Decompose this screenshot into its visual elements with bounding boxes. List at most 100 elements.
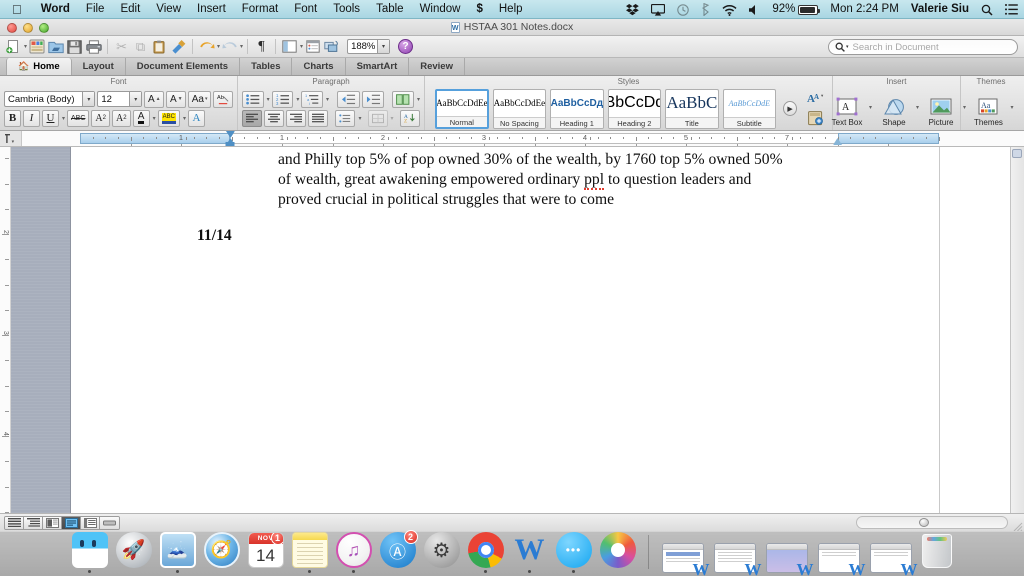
dock-item-calendar[interactable]: NOV 14 1	[247, 531, 285, 573]
columns-button[interactable]	[392, 90, 415, 108]
tab-document-elements[interactable]: Document Elements	[126, 58, 241, 75]
align-right-button[interactable]	[286, 109, 306, 127]
change-case-button[interactable]: Aa ▾	[188, 90, 211, 108]
dock-minimized-word-2[interactable]: W	[712, 531, 762, 576]
tab-smartart[interactable]: SmartArt	[346, 58, 410, 75]
vertical-ruler[interactable]: 2 3 4	[0, 147, 11, 518]
text-box-caret-icon[interactable]: ▾	[869, 104, 872, 111]
tab-review[interactable]: Review	[409, 58, 465, 75]
superscript-button[interactable]: A2	[91, 109, 110, 127]
numbering-button[interactable]: 123	[271, 90, 294, 108]
menu-tools[interactable]: Tools	[325, 0, 368, 19]
document-paragraph[interactable]: and Philly top 5% of pop owned 30% of th…	[278, 150, 790, 210]
tab-charts[interactable]: Charts	[292, 58, 346, 75]
menu-window[interactable]: Window	[412, 0, 469, 19]
underline-caret-icon[interactable]: ▾	[62, 115, 65, 122]
highlight-caret-icon[interactable]: ▾	[183, 115, 186, 122]
menu-table[interactable]: Table	[368, 0, 412, 19]
zoom-stepper-icon[interactable]: ▾	[377, 40, 390, 53]
align-left-button[interactable]	[242, 109, 262, 127]
shrink-font-button[interactable]: A ▼	[166, 90, 187, 108]
underline-button[interactable]: U	[42, 109, 59, 127]
font-name-field[interactable]: Cambria (Body) ▾	[4, 91, 96, 107]
view-full-screen-button[interactable]	[100, 516, 119, 529]
menu-font[interactable]: Font	[286, 0, 325, 19]
open-button[interactable]	[46, 37, 65, 56]
minimize-button[interactable]	[23, 23, 33, 33]
zoom-level-field[interactable]: 188% ▾	[347, 39, 391, 54]
subscript-button[interactable]: A2	[112, 109, 131, 127]
dock-minimized-word-3[interactable]: W	[764, 531, 814, 576]
dock-minimized-word-1[interactable]: W	[660, 531, 710, 576]
dock-item-photos[interactable]	[599, 531, 637, 573]
notification-center-icon[interactable]	[999, 4, 1024, 15]
text-effects-button[interactable]: A	[187, 109, 205, 127]
zoom-window-button[interactable]	[39, 23, 49, 33]
new-from-template-button[interactable]	[27, 37, 46, 56]
horizontal-ruler[interactable]: 1 1 2 3 4 5 7	[22, 131, 1024, 146]
help-button[interactable]: ?	[398, 39, 414, 54]
justify-button[interactable]	[308, 109, 328, 127]
multilevel-caret-icon[interactable]: ▾	[326, 96, 329, 103]
strikethrough-button[interactable]: ABC	[67, 109, 90, 127]
dropbox-icon[interactable]	[620, 3, 645, 16]
copy-button[interactable]: ⧉	[131, 37, 150, 56]
menu-view[interactable]: View	[148, 0, 189, 19]
menu-bar-clock[interactable]: Mon 2:24 PM	[824, 0, 904, 19]
dock-item-chrome[interactable]	[467, 531, 505, 573]
decrease-indent-button[interactable]	[337, 90, 360, 108]
search-icon[interactable]	[975, 4, 999, 16]
window-resize-handle[interactable]	[1012, 519, 1023, 532]
dock-minimized-word-5[interactable]: W	[868, 531, 918, 576]
dock-minimized-word-4[interactable]: W	[816, 531, 866, 576]
dollar-icon[interactable]: $	[468, 0, 490, 19]
menu-word[interactable]: Word	[33, 0, 78, 19]
apple-logo-icon[interactable]: 	[0, 3, 33, 16]
themes-caret-icon[interactable]: ▾	[1010, 104, 1013, 111]
menu-file[interactable]: File	[78, 0, 113, 19]
battery-status[interactable]: 92%	[766, 0, 824, 19]
font-name-caret-icon[interactable]: ▾	[82, 92, 95, 106]
tab-tables[interactable]: Tables	[240, 58, 293, 75]
style-card-subtitle[interactable]: AaBbCcDdE Subtitle	[722, 88, 777, 129]
media-browser-button[interactable]	[322, 37, 341, 56]
themes-button[interactable]: Aa Themes	[968, 91, 1008, 127]
save-button[interactable]	[65, 37, 84, 56]
airplay-icon[interactable]	[645, 3, 671, 16]
increase-indent-button[interactable]	[361, 90, 385, 108]
borders-button[interactable]	[367, 109, 388, 127]
line-spacing-caret-icon[interactable]: ▾	[358, 115, 361, 122]
clear-formatting-button[interactable]: Ab	[212, 90, 234, 108]
bluetooth-icon[interactable]	[695, 3, 716, 16]
bullets-caret-icon[interactable]: ▾	[267, 96, 270, 103]
align-center-button[interactable]	[264, 109, 284, 127]
dock-item-safari[interactable]: 🧭	[203, 531, 241, 573]
insert-picture-button[interactable]: Picture	[921, 91, 961, 127]
undo-button[interactable]	[197, 37, 216, 56]
dock-item-mail[interactable]: 🗻	[159, 531, 197, 573]
grow-font-button[interactable]: A ▲	[144, 90, 165, 108]
font-size-field[interactable]: 12 ▾	[97, 91, 143, 107]
font-color-button[interactable]: A	[132, 109, 150, 127]
horizontal-scrollbar[interactable]	[856, 516, 1008, 529]
insert-shape-button[interactable]: Shape	[874, 91, 914, 127]
cut-button[interactable]: ✂	[112, 37, 131, 56]
notebook-layout-button[interactable]	[303, 37, 322, 56]
dock-item-itunes[interactable]: ♫	[335, 531, 373, 573]
style-card-heading-2[interactable]: AaBbCcDdEе Heading 2	[607, 88, 662, 129]
dock-item-trash[interactable]	[920, 531, 954, 573]
view-print-layout-button[interactable]	[62, 516, 81, 529]
shape-caret-icon[interactable]: ▾	[916, 104, 919, 111]
menu-edit[interactable]: Edit	[112, 0, 148, 19]
dock-item-system-preferences[interactable]: ⚙	[423, 531, 461, 573]
time-machine-icon[interactable]	[671, 3, 695, 16]
vertical-scrollbar-thumb[interactable]	[1012, 149, 1022, 158]
menu-insert[interactable]: Insert	[189, 0, 234, 19]
font-color-caret-icon[interactable]: ▾	[153, 115, 156, 122]
left-indent-marker[interactable]	[225, 142, 235, 146]
bullets-button[interactable]	[242, 90, 264, 108]
new-document-button[interactable]	[4, 37, 23, 56]
dock-item-app-store[interactable]: Ⓐ 2	[379, 530, 418, 573]
tab-layout[interactable]: Layout	[72, 58, 126, 75]
volume-icon[interactable]	[743, 4, 766, 16]
